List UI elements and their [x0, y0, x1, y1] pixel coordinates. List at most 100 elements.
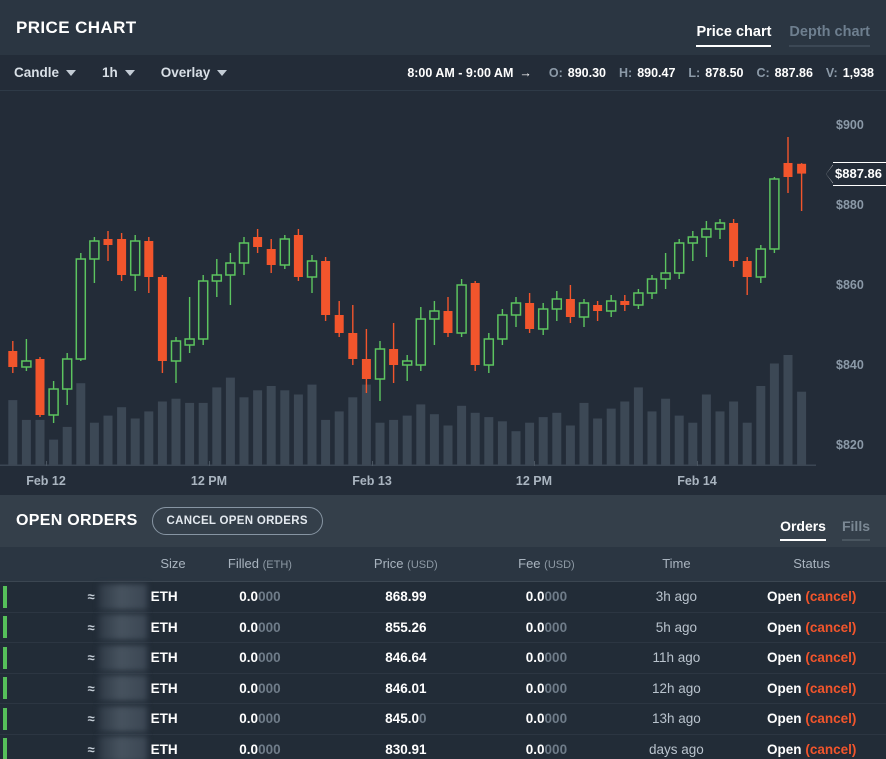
current-price-value: $887.86: [833, 161, 886, 186]
tab-price-chart[interactable]: Price chart: [696, 24, 772, 47]
cell-price: 855.26: [334, 612, 478, 643]
volume-label: V:: [825, 65, 838, 80]
cell-time: 3h ago: [615, 581, 738, 613]
open-label: O:: [548, 65, 563, 80]
overlay-label: Overlay: [160, 65, 211, 80]
cell-size: ≈ ETH: [10, 581, 186, 613]
price-tick: $900: [836, 118, 864, 132]
cancel-order-link[interactable]: cancel: [810, 589, 852, 604]
time-tick: Feb 14: [677, 474, 717, 488]
price-tick: $880: [836, 198, 864, 212]
cell-size: ≈ ETH: [10, 673, 186, 704]
table-row[interactable]: ≈ ETH 0.0000 846.01 0.0000 12h ago Open …: [0, 673, 886, 704]
chart-view-tabs: Price chart Depth chart: [696, 24, 870, 47]
cell-time: 12h ago: [615, 673, 738, 704]
chart-plot-area[interactable]: [0, 91, 816, 495]
approx-icon: ≈: [87, 650, 95, 666]
order-side-indicator: [0, 734, 11, 759]
page-title: PRICE CHART: [16, 17, 137, 37]
col-indicator: [0, 547, 11, 582]
cell-fee: 0.0000: [477, 581, 616, 613]
order-side-indicator: [0, 703, 11, 735]
cancel-open-orders-button[interactable]: CANCEL OPEN ORDERS: [151, 507, 323, 535]
price-chart-panel-header: PRICE CHART Price chart Depth chart: [0, 0, 886, 55]
table-row[interactable]: ≈ ETH 0.0000 846.64 0.0000 11h ago Open …: [0, 642, 886, 674]
open-orders-header: OPEN ORDERS CANCEL OPEN ORDERS Orders Fi…: [0, 495, 886, 547]
price-tick: $840: [836, 358, 864, 372]
cancel-order-link[interactable]: cancel: [810, 742, 852, 757]
col-time: Time: [615, 547, 738, 582]
high-label: H:: [618, 65, 633, 80]
low-value: 878.50: [705, 65, 744, 80]
size-asset: ETH: [150, 650, 178, 666]
cell-filled: 0.0000: [185, 612, 335, 643]
cell-status: Open (cancel): [737, 734, 886, 759]
size-asset: ETH: [150, 680, 178, 696]
col-price: Price (USD): [334, 547, 478, 582]
col-status: Status: [737, 547, 886, 582]
table-body: ≈ ETH 0.0000 868.99 0.0000 3h ago Open (…: [0, 581, 886, 759]
high-value: 890.47: [637, 65, 676, 80]
tab-depth-chart[interactable]: Depth chart: [789, 24, 870, 47]
overlay-dropdown[interactable]: Overlay: [161, 65, 228, 80]
cell-price: 868.99: [334, 581, 478, 613]
table-header: Size Filled (ETH) Price (USD) Fee (USD) …: [0, 547, 886, 582]
cell-fee: 0.0000: [477, 673, 616, 704]
tag-notch-inner: [826, 163, 834, 184]
order-side-indicator: [0, 581, 11, 613]
chart-type-label: Candle: [14, 65, 60, 80]
cell-size: ≈ ETH: [10, 642, 186, 674]
order-side-indicator: [0, 612, 11, 643]
status-badge: Open: [767, 589, 802, 605]
cell-size: ≈ ETH: [10, 703, 186, 735]
time-range-label: 8:00 AM - 9:00 AM: [407, 65, 514, 80]
cell-status: Open (cancel): [737, 642, 886, 674]
chart-type-dropdown[interactable]: Candle: [14, 65, 77, 80]
size-asset: ETH: [150, 619, 178, 635]
table-row[interactable]: ≈ ETH 0.0000 855.26 0.0000 5h ago Open (…: [0, 612, 886, 643]
status-badge: Open: [767, 711, 802, 727]
order-side-indicator: [0, 673, 11, 704]
volume-value: 1,938: [842, 65, 874, 80]
approx-icon: ≈: [87, 741, 95, 757]
col-filled: Filled (ETH): [185, 547, 335, 582]
close-label: C:: [756, 65, 770, 80]
ohlc-readout: 8:00 AM - 9:00 AM → O: 890.30 H: 890.47 …: [407, 66, 874, 80]
cancel-order-link[interactable]: cancel: [810, 681, 852, 696]
time-axis: Feb 12 12 PM Feb 13 12 PM Feb 14: [0, 461, 816, 495]
cell-filled: 0.0000: [185, 581, 335, 613]
status-badge: Open: [767, 619, 802, 635]
redacted-size-value: [98, 614, 147, 641]
col-fee: Fee (USD): [477, 547, 616, 582]
open-value: 890.30: [567, 65, 606, 80]
tab-fills[interactable]: Fills: [841, 518, 870, 541]
cell-status: Open (cancel): [737, 703, 886, 735]
size-asset: ETH: [150, 711, 178, 727]
cell-status: Open (cancel): [737, 673, 886, 704]
cancel-order-link[interactable]: cancel: [810, 620, 852, 635]
tab-orders[interactable]: Orders: [780, 518, 826, 541]
cell-filled: 0.0000: [185, 673, 335, 704]
cancel-order-link[interactable]: cancel: [810, 650, 852, 665]
chevron-down-icon: [124, 69, 135, 76]
redacted-size-value: [98, 736, 147, 759]
cell-price: 845.00: [334, 703, 478, 735]
cell-fee: 0.0000: [477, 703, 616, 735]
cell-time: 5h ago: [615, 612, 738, 643]
cell-filled: 0.0000: [185, 642, 335, 674]
current-price-tag: $887.86: [826, 161, 886, 186]
cancel-order-link[interactable]: cancel: [810, 711, 852, 726]
price-tick: $820: [836, 438, 864, 452]
cell-fee: 0.0000: [477, 642, 616, 674]
interval-dropdown[interactable]: 1h: [102, 65, 135, 80]
table-row[interactable]: ≈ ETH 0.0000 845.00 0.0000 13h ago Open …: [0, 703, 886, 735]
cell-size: ≈ ETH: [10, 734, 186, 759]
cell-price: 830.91: [334, 734, 478, 759]
redacted-size-value: [98, 644, 147, 671]
price-tick: $860: [836, 278, 864, 292]
candlestick-chart[interactable]: $900 $880 $860 $840 $820 $887.86 Feb 12 12 PM…: [0, 91, 886, 495]
orders-tabs: Orders Fills: [780, 518, 870, 541]
table-row[interactable]: ≈ ETH 0.0000 868.99 0.0000 3h ago Open (…: [0, 581, 886, 613]
table-row[interactable]: ≈ ETH 0.0000 830.91 0.0000 days ago Open…: [0, 734, 886, 759]
approx-icon: ≈: [87, 680, 95, 696]
